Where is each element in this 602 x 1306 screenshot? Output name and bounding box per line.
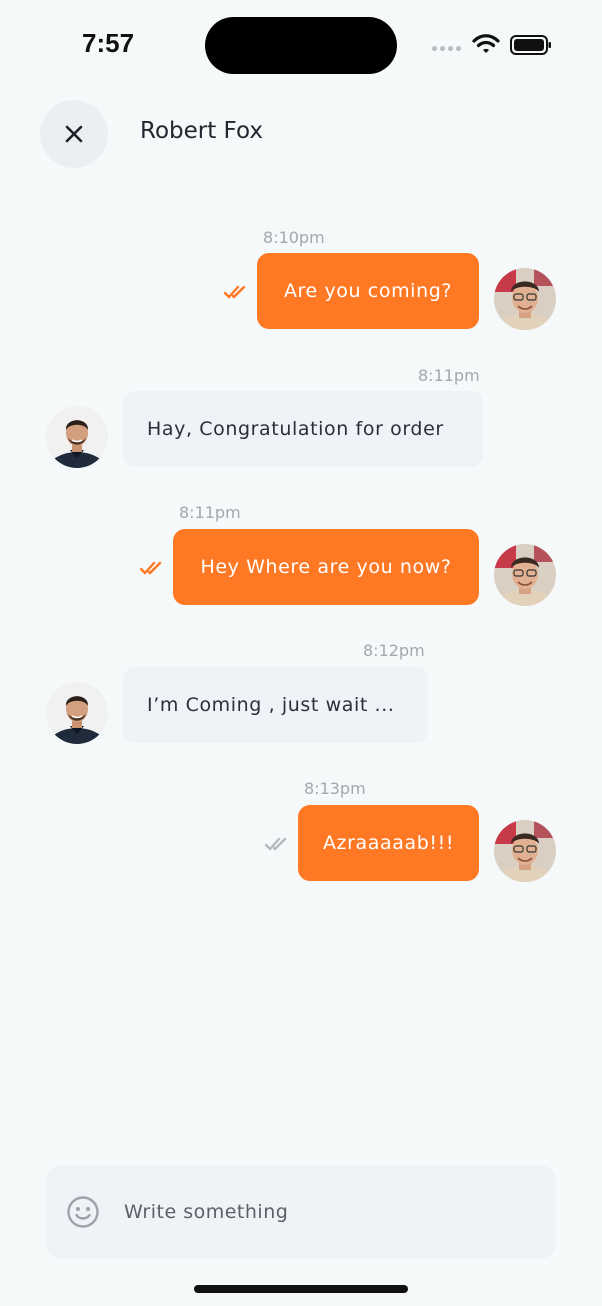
read-receipt-icon (140, 561, 162, 575)
wifi-icon (472, 34, 500, 53)
status-time: 7:57 (82, 28, 135, 58)
message-bubble-incoming[interactable]: Hay, Congratulation for order (123, 391, 483, 467)
dynamic-island (205, 17, 397, 74)
message-bubble-outgoing[interactable]: Are you coming? (257, 253, 479, 329)
user-avatar (494, 544, 556, 606)
contact-name: Robert Fox (140, 118, 263, 144)
delivered-receipt-icon (265, 837, 287, 851)
message-time: 8:11pm (179, 503, 241, 522)
message-bubble-incoming[interactable]: I’m Coming , just wait ... (123, 667, 428, 743)
message-bubble-outgoing[interactable]: Hey Where are you now? (173, 529, 479, 605)
battery-icon (510, 35, 551, 55)
message-time: 8:12pm (363, 641, 425, 660)
close-button[interactable] (40, 100, 108, 168)
message-composer (46, 1165, 556, 1259)
user-avatar (494, 820, 556, 882)
message-time: 8:10pm (263, 228, 325, 247)
contact-avatar (46, 406, 108, 468)
read-receipt-icon (224, 285, 246, 299)
smiley-icon[interactable] (66, 1195, 100, 1229)
home-indicator (194, 1285, 408, 1293)
message-time: 8:13pm (304, 779, 366, 798)
message-input[interactable] (124, 1165, 534, 1259)
message-time: 8:11pm (418, 366, 480, 385)
contact-avatar (46, 682, 108, 744)
cellular-signal-icon (432, 46, 461, 51)
user-avatar (494, 268, 556, 330)
message-bubble-outgoing[interactable]: Azraaaaab!!! (298, 805, 479, 881)
close-icon (65, 125, 83, 143)
